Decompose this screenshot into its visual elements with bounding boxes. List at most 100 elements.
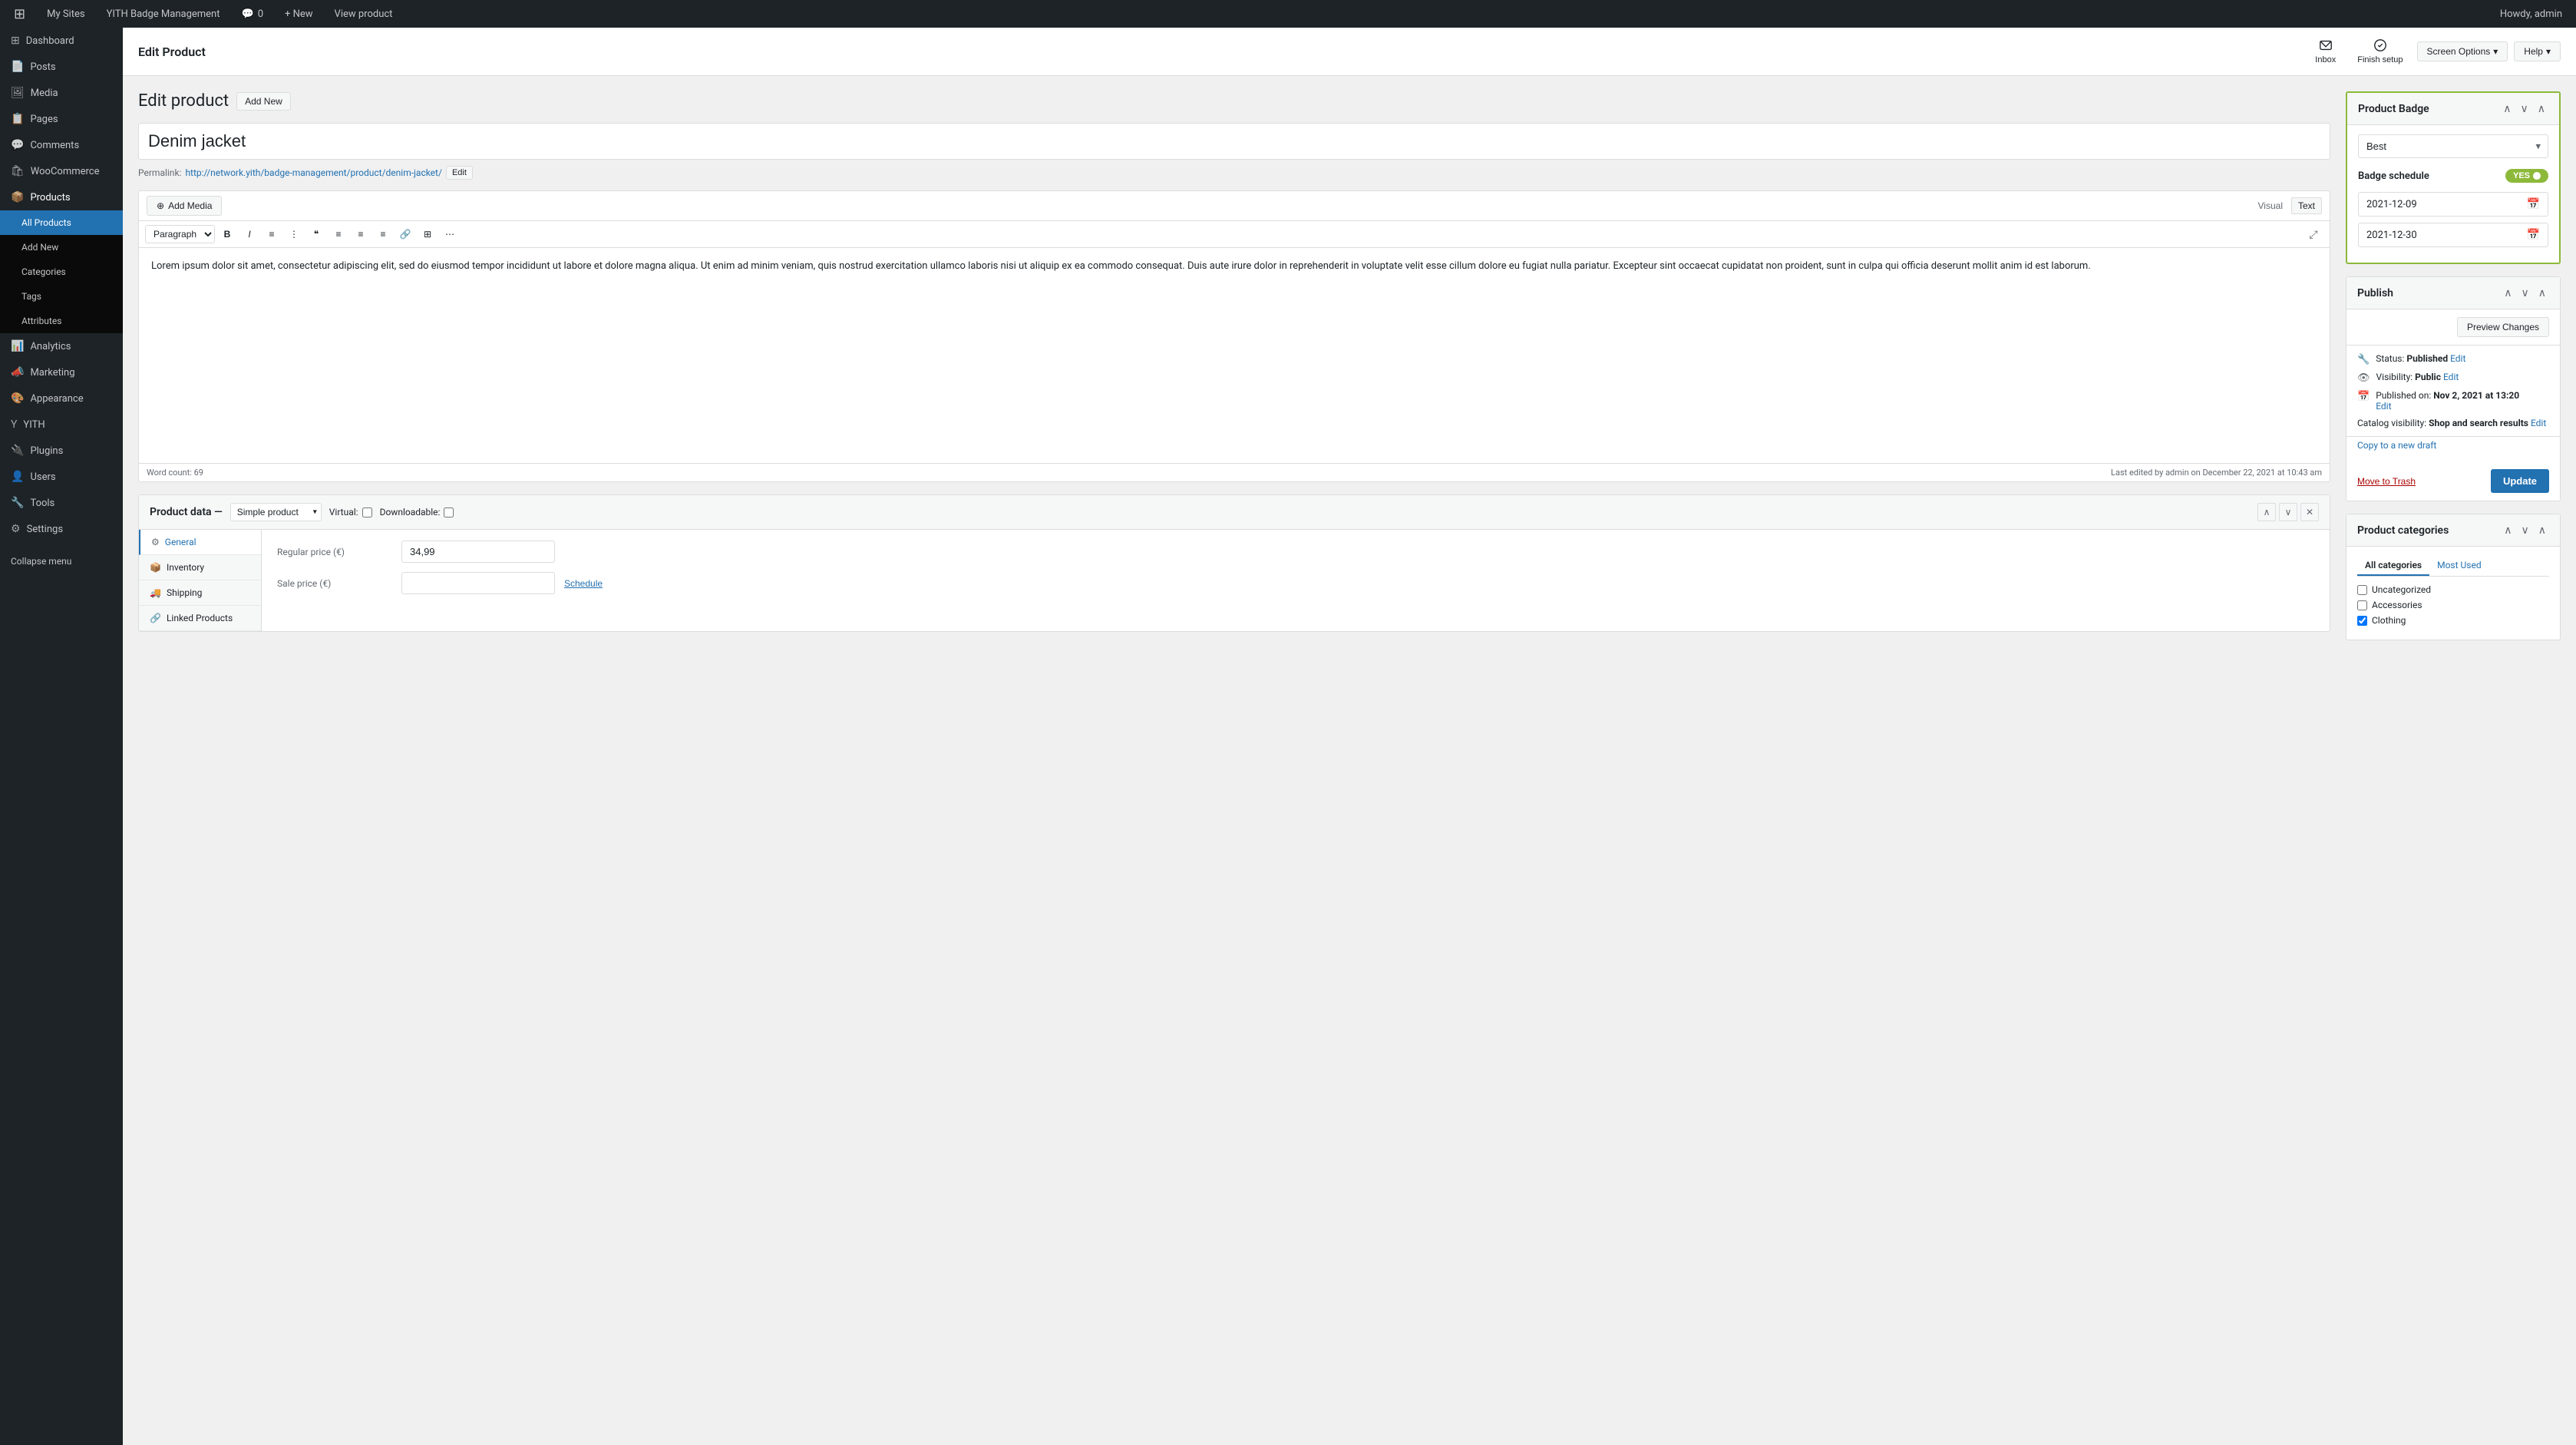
sidebar-item-appearance[interactable]: 🎨 Appearance	[0, 385, 123, 412]
site-title[interactable]: YITH Badge Management	[102, 0, 225, 28]
publish-collapse-button[interactable]: ∧	[2535, 285, 2549, 301]
last-edited: Last edited by admin on December 22, 202…	[2111, 468, 2322, 478]
accessories-checkbox[interactable]	[2357, 600, 2367, 610]
collapse-menu[interactable]: Collapse menu	[0, 548, 123, 574]
product-title-input[interactable]	[138, 123, 2330, 160]
sidebar-item-label: Products	[30, 192, 70, 203]
product-type-select[interactable]: Simple product	[230, 503, 322, 521]
sidebar-subitem-attributes[interactable]: Attributes	[0, 309, 123, 333]
fullscreen-button[interactable]: ⤢	[2304, 224, 2323, 244]
my-sites[interactable]: My Sites	[42, 0, 89, 28]
align-left-button[interactable]: ≡	[329, 224, 348, 244]
product-badge-collapse-button[interactable]: ∧	[2535, 101, 2548, 117]
more-button[interactable]: ⋯	[440, 224, 460, 244]
link-button[interactable]: 🔗	[395, 224, 415, 244]
calendar-icon[interactable]: 📅	[2527, 198, 2540, 210]
schedule-button[interactable]: Schedule	[564, 578, 603, 589]
virtual-checkbox[interactable]	[362, 508, 372, 517]
align-center-button[interactable]: ≡	[351, 224, 371, 244]
clothing-checkbox[interactable]	[2357, 616, 2367, 626]
sidebar-item-media[interactable]: 🖼 Media	[0, 80, 123, 106]
page-header: Edit Product Inbox Finish setup Screen O…	[123, 28, 2576, 76]
sidebar-subitem-tags[interactable]: Tags	[0, 284, 123, 309]
sidebar-item-label: YITH	[23, 419, 45, 431]
publish-down-button[interactable]: ∨	[2518, 285, 2532, 301]
published-on-edit-link[interactable]: Edit	[2376, 401, 2519, 412]
sidebar-item-pages[interactable]: 📋 Pages	[0, 106, 123, 132]
help-button[interactable]: Help ▾	[2514, 41, 2561, 61]
align-right-button[interactable]: ≡	[373, 224, 393, 244]
view-product-link[interactable]: View product	[330, 0, 398, 28]
ordered-list-button[interactable]: ⋮	[284, 224, 304, 244]
regular-price-label: Regular price (€)	[277, 547, 392, 557]
shipping-icon: 🚚	[150, 587, 161, 598]
tab-inventory[interactable]: 📦 Inventory	[139, 555, 261, 580]
add-media-button[interactable]: ⊕ Add Media	[147, 196, 222, 216]
sidebar-item-analytics[interactable]: 📊 Analytics	[0, 333, 123, 359]
update-button[interactable]: Update	[2491, 469, 2549, 493]
categories-collapse-button[interactable]: ∧	[2535, 522, 2549, 538]
visibility-edit-link[interactable]: Edit	[2443, 372, 2459, 382]
italic-button[interactable]: I	[239, 224, 259, 244]
unordered-list-button[interactable]: ≡	[262, 224, 282, 244]
product-badge-down-button[interactable]: ∨	[2518, 101, 2531, 117]
sidebar-subitem-categories[interactable]: Categories	[0, 260, 123, 284]
add-new-button[interactable]: Add New	[236, 92, 291, 111]
sidebar-subitem-add-new[interactable]: Add New	[0, 235, 123, 260]
new-link[interactable]: + New	[280, 0, 318, 28]
editor-content[interactable]: Lorem ipsum dolor sit amet, consectetur …	[139, 248, 2330, 463]
sale-price-input[interactable]	[401, 572, 555, 594]
status-edit-link[interactable]: Edit	[2450, 353, 2465, 364]
sidebar-item-posts[interactable]: 📄 Posts	[0, 54, 123, 80]
publish-up-button[interactable]: ∧	[2501, 285, 2515, 301]
product-data-close-button[interactable]: ✕	[2300, 503, 2319, 521]
uncategorized-checkbox[interactable]	[2357, 585, 2367, 595]
tab-shipping[interactable]: 🚚 Shipping	[139, 580, 261, 606]
move-to-trash-button[interactable]: Move to Trash	[2357, 476, 2416, 487]
wp-logo[interactable]: ⊞	[9, 0, 30, 28]
tab-general[interactable]: ⚙ General	[139, 530, 261, 555]
screen-options-button[interactable]: Screen Options ▾	[2417, 41, 2508, 61]
inbox-button[interactable]: Inbox	[2307, 35, 2343, 68]
sidebar-item-marketing[interactable]: 📣 Marketing	[0, 359, 123, 385]
sidebar-item-plugins[interactable]: 🔌 Plugins	[0, 438, 123, 464]
text-mode-button[interactable]: Text	[2291, 197, 2322, 214]
sidebar-item-yith[interactable]: Y YITH	[0, 412, 123, 438]
sidebar-item-woocommerce[interactable]: 🛍 WooCommerce	[0, 158, 123, 184]
tab-all-categories[interactable]: All categories	[2357, 556, 2429, 576]
blockquote-button[interactable]: ❝	[306, 224, 326, 244]
permalink-link[interactable]: http://network.yith/badge-management/pro…	[185, 167, 442, 178]
regular-price-input[interactable]	[401, 541, 555, 563]
table-button[interactable]: ⊞	[418, 224, 438, 244]
edit-permalink-button[interactable]: Edit	[446, 166, 473, 180]
bold-button[interactable]: B	[217, 224, 237, 244]
sidebar-item-users[interactable]: 👤 Users	[0, 464, 123, 490]
comments-link[interactable]: 💬 0	[237, 0, 269, 28]
sidebar-subitem-all-products[interactable]: All Products	[0, 210, 123, 235]
categories-up-button[interactable]: ∧	[2501, 522, 2515, 538]
admin-bar-right: Howdy, admin	[2495, 8, 2567, 20]
visual-mode-button[interactable]: Visual	[2251, 197, 2290, 214]
downloadable-checkbox[interactable]	[444, 508, 454, 517]
paragraph-select[interactable]: Paragraph	[145, 225, 215, 243]
catalog-edit-link[interactable]: Edit	[2531, 418, 2546, 428]
tab-linked-products[interactable]: 🔗 Linked Products	[139, 606, 261, 631]
tab-most-used[interactable]: Most Used	[2429, 556, 2489, 576]
sidebar-item-comments[interactable]: 💬 Comments	[0, 132, 123, 158]
sidebar-item-settings[interactable]: ⚙ Settings	[0, 516, 123, 542]
preview-changes-button[interactable]: Preview Changes	[2457, 317, 2549, 337]
product-badge-up-button[interactable]: ∧	[2500, 101, 2514, 117]
sidebar-item-products[interactable]: 📦 Products	[0, 184, 123, 210]
visibility-icon: 👁	[2357, 372, 2370, 384]
sidebar-item-tools[interactable]: 🔧 Tools	[0, 490, 123, 516]
categories-down-button[interactable]: ∨	[2518, 522, 2532, 538]
calendar-icon[interactable]: 📅	[2527, 229, 2540, 241]
product-data-down-button[interactable]: ∨	[2279, 503, 2297, 521]
media-icon: 🖼	[11, 87, 25, 99]
product-data-up-button[interactable]: ∧	[2257, 503, 2276, 521]
badge-schedule-yes-button[interactable]: YES	[2505, 169, 2548, 183]
copy-to-draft-link[interactable]: Copy to a new draft	[2357, 440, 2549, 451]
badge-select[interactable]: Best	[2358, 134, 2548, 158]
finish-setup-button[interactable]: Finish setup	[2350, 35, 2410, 68]
sidebar-item-dashboard[interactable]: ⊞ Dashboard	[0, 28, 123, 54]
